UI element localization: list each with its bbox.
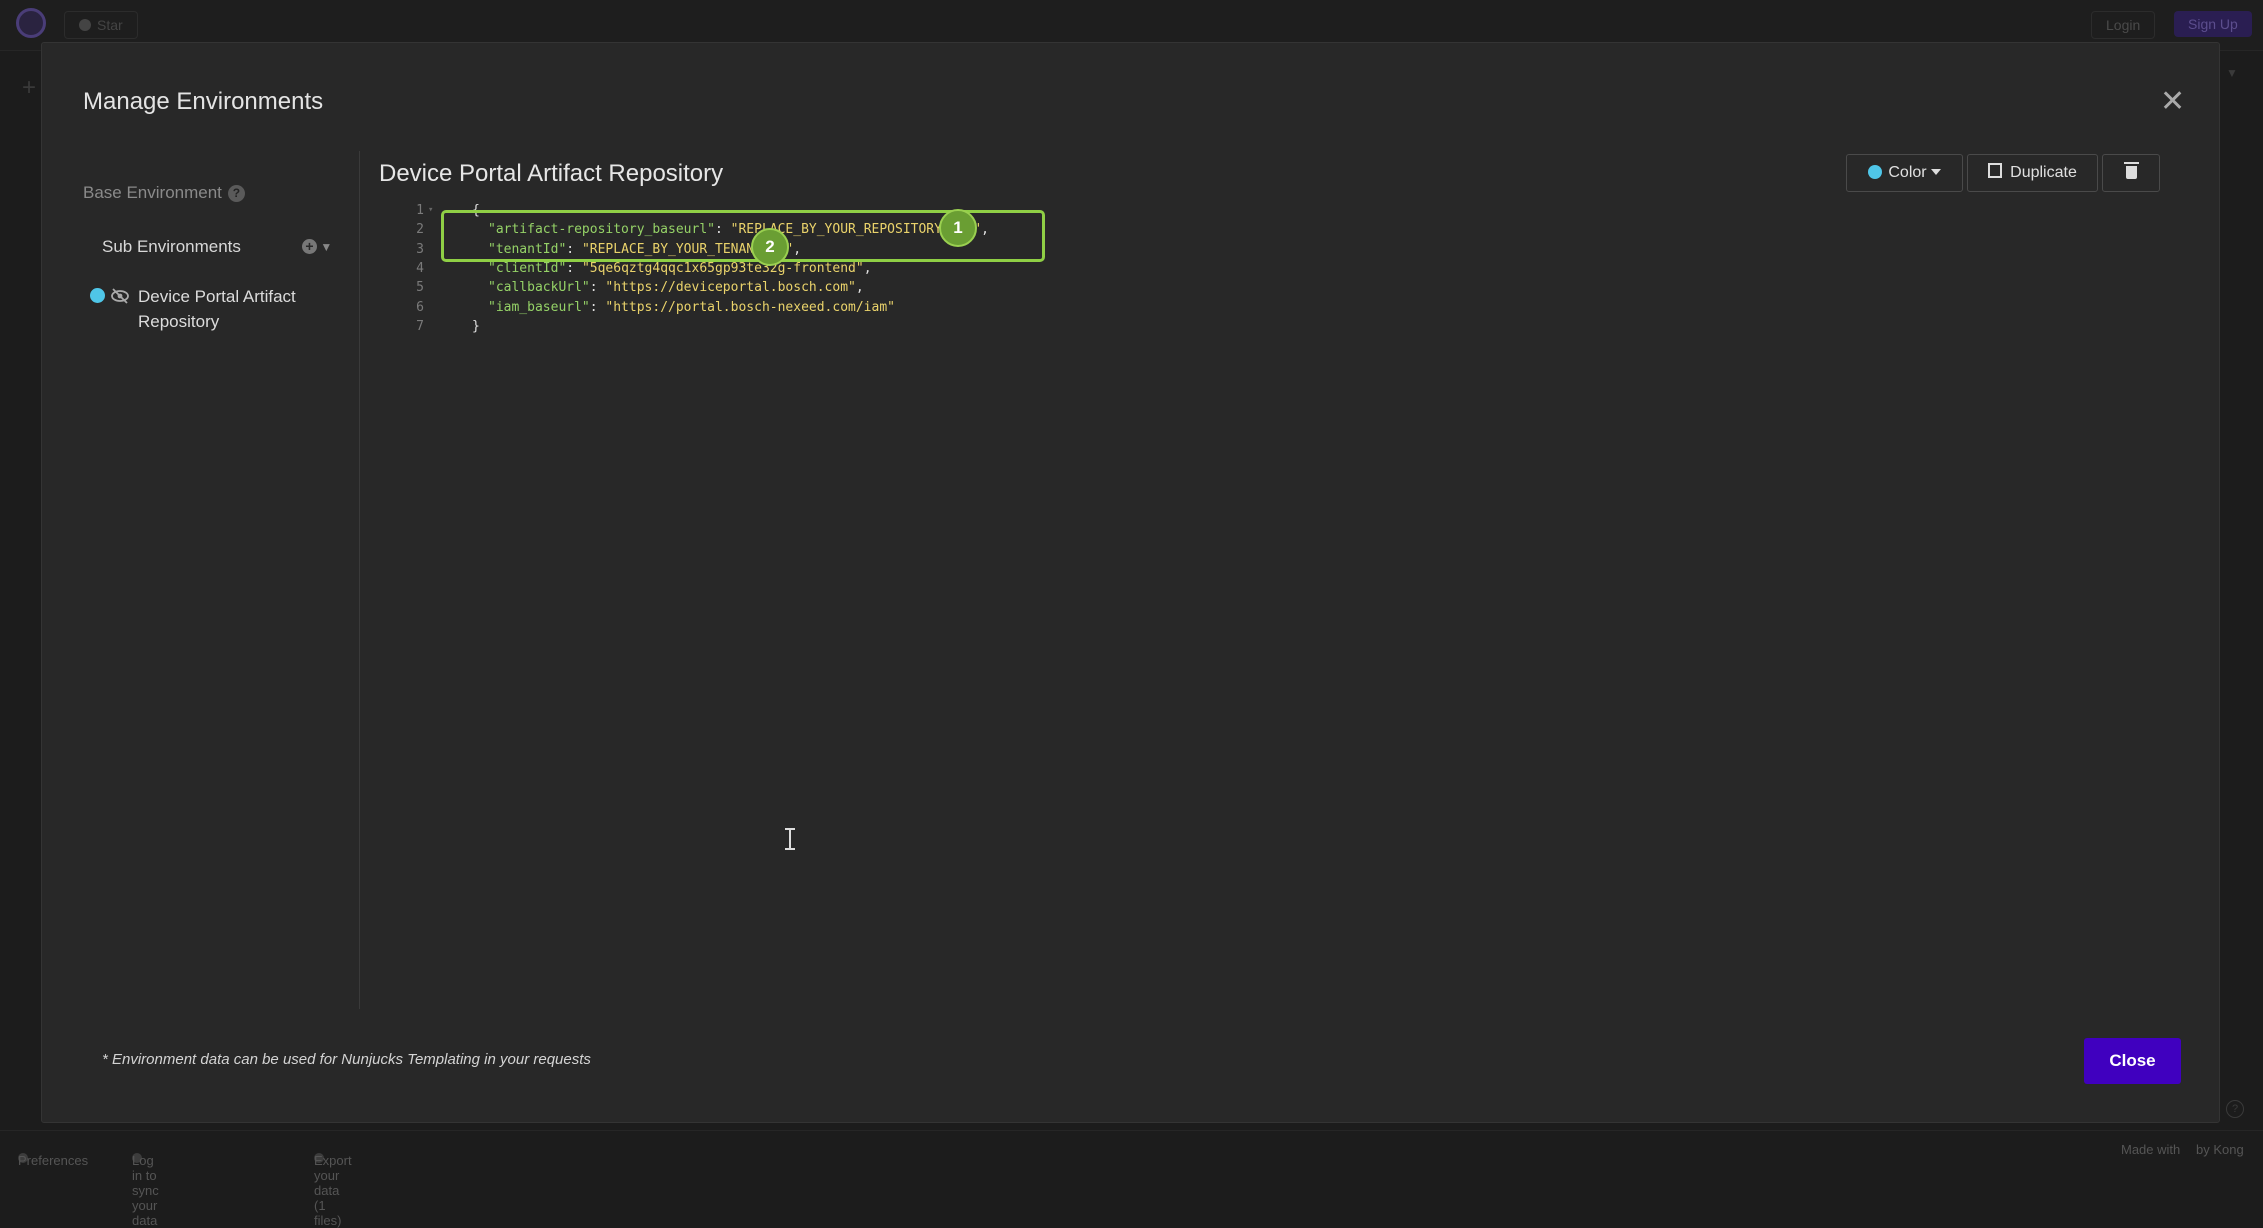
line-number: 7 [416, 318, 424, 334]
line-number: 4 [416, 260, 424, 276]
by-kong-text: by Kong [2196, 1142, 2244, 1157]
environment-title[interactable]: Device Portal Artifact Repository [379, 160, 723, 188]
chevron-down-icon: ▼ [320, 240, 333, 254]
duplicate-button[interactable]: Duplicate [1967, 154, 2098, 192]
annotation-badge-2: 2 [751, 228, 789, 266]
trash-icon [2123, 162, 2139, 179]
delete-button[interactable] [2102, 154, 2160, 192]
chevron-down-icon [1930, 169, 1941, 175]
line-number: 2 [416, 222, 424, 238]
environments-sidebar: Base Environment? Sub Environments + ▼ D… [42, 151, 360, 1009]
close-icon[interactable]: ✕ [2160, 87, 2185, 117]
login-button[interactable]: Login [2091, 11, 2156, 39]
signup-button[interactable]: Sign Up [2174, 11, 2252, 37]
line-number: 3 [416, 241, 424, 257]
code-line: "clientId": "5qe6qztg4qqc1x65gp93te32g-f… [488, 260, 872, 276]
sidebar-item-label: Device Portal Artifact Repository [138, 287, 296, 331]
status-bar: Preferences Log in to sync your data Exp… [0, 1130, 2263, 1228]
sub-environments-label: Sub Environments [102, 237, 241, 256]
fold-icon[interactable]: ▾ [428, 201, 433, 220]
made-with-text: Made with [2121, 1142, 2181, 1157]
footer-note: * Environment data can be used for Nunju… [102, 1051, 591, 1068]
manage-environments-modal: Manage Environments ✕ Base Environment? … [41, 42, 2220, 1123]
code-line: "iam_baseurl": "https://portal.bosch-nex… [488, 299, 895, 315]
code-close-brace: } [472, 318, 480, 334]
code-line: "callbackUrl": "https://deviceportal.bos… [488, 280, 864, 296]
base-environment-item[interactable]: Base Environment? [83, 183, 245, 203]
github-icon [79, 19, 91, 31]
eye-slash-icon[interactable] [110, 286, 130, 306]
app-logo[interactable] [16, 8, 46, 38]
color-button[interactable]: Color [1846, 154, 1963, 192]
help-icon[interactable]: ? [2226, 1100, 2244, 1118]
line-number: 6 [416, 299, 424, 315]
add-sub-environment-button[interactable]: + ▼ [302, 239, 332, 254]
help-icon[interactable]: ? [227, 185, 245, 202]
annotation-badge-1: 1 [939, 209, 977, 247]
plus-circle-icon: + [302, 239, 317, 254]
close-button[interactable]: Close [2084, 1038, 2181, 1084]
code-line: "artifact-repository_baseurl": "REPLACE_… [488, 222, 989, 238]
github-star-button[interactable]: Star [64, 11, 138, 39]
code-open-brace: { [472, 203, 480, 218]
modal-title: Manage Environments [83, 88, 324, 115]
text-cursor-icon [785, 828, 795, 850]
color-dot-icon [1868, 165, 1883, 179]
line-number: 1 [416, 203, 424, 218]
chevron-down-icon[interactable]: ▼ [2226, 66, 2238, 80]
add-icon[interactable]: + [22, 74, 36, 102]
line-number: 5 [416, 280, 424, 296]
copy-icon [1988, 163, 2003, 178]
environment-color-dot [90, 288, 105, 303]
